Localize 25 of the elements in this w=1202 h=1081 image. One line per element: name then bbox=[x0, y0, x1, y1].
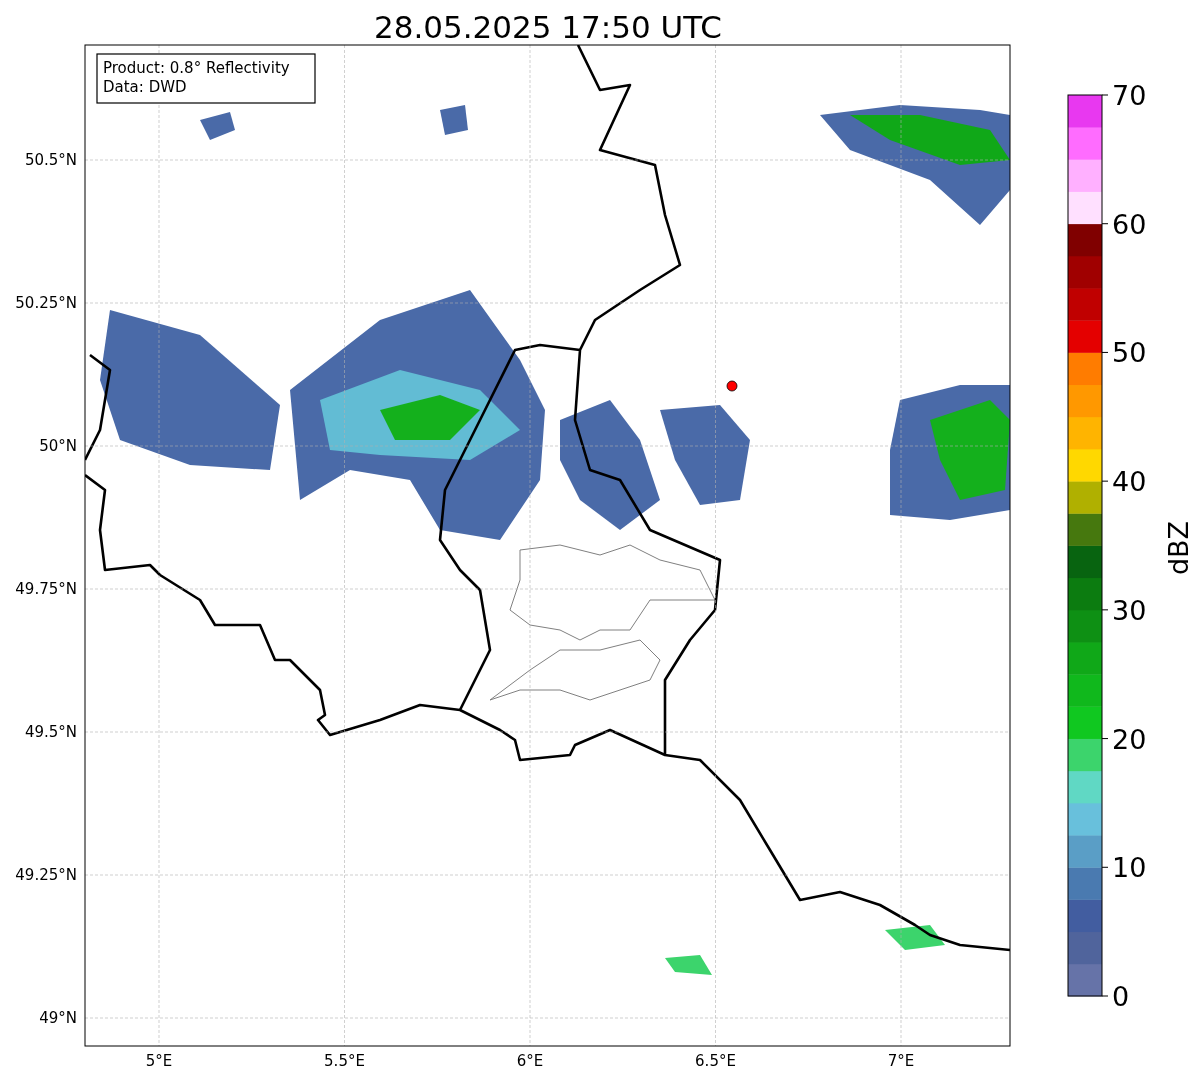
info-text: Data: DWD bbox=[103, 78, 187, 96]
colorbar-tick-label: 60 bbox=[1112, 208, 1147, 240]
longitude-label: 6.5°E bbox=[695, 1052, 736, 1070]
longitude-label: 6°E bbox=[516, 1052, 544, 1070]
longitude-label: 7°E bbox=[887, 1052, 915, 1070]
latitude-label: 50.5°N bbox=[24, 151, 77, 169]
latitude-label: 49.75°N bbox=[15, 580, 77, 598]
colorbar-tick-label: 70 bbox=[1112, 80, 1147, 111]
colorbar-tick-label: 20 bbox=[1112, 723, 1147, 755]
latitude-label: 49.25°N bbox=[15, 866, 77, 884]
colorbar-tick-label: 0 bbox=[1112, 981, 1130, 1012]
latitude-label: 50.25°N bbox=[15, 294, 77, 312]
longitude-label: 5.5°E bbox=[324, 1052, 365, 1070]
longitude-label: 5°E bbox=[145, 1052, 173, 1070]
latitude-label: 49.5°N bbox=[24, 723, 77, 741]
colorbar-tick-label: 50 bbox=[1112, 337, 1147, 369]
latitude-label: 50°N bbox=[39, 437, 77, 455]
latitude-label: 49°N bbox=[39, 1009, 77, 1027]
location-marker bbox=[726, 380, 738, 392]
colorbar-tick-label: 10 bbox=[1112, 852, 1147, 884]
info-text: Product: 0.8° Reflectivity bbox=[103, 59, 290, 77]
colorbar-tick-label: 30 bbox=[1112, 594, 1147, 626]
colorbar-label: dBZ bbox=[1163, 520, 1194, 576]
chart-title: 28.05.2025 17:50 UTC bbox=[374, 9, 722, 45]
colorbar-tick-label: 40 bbox=[1112, 466, 1147, 498]
